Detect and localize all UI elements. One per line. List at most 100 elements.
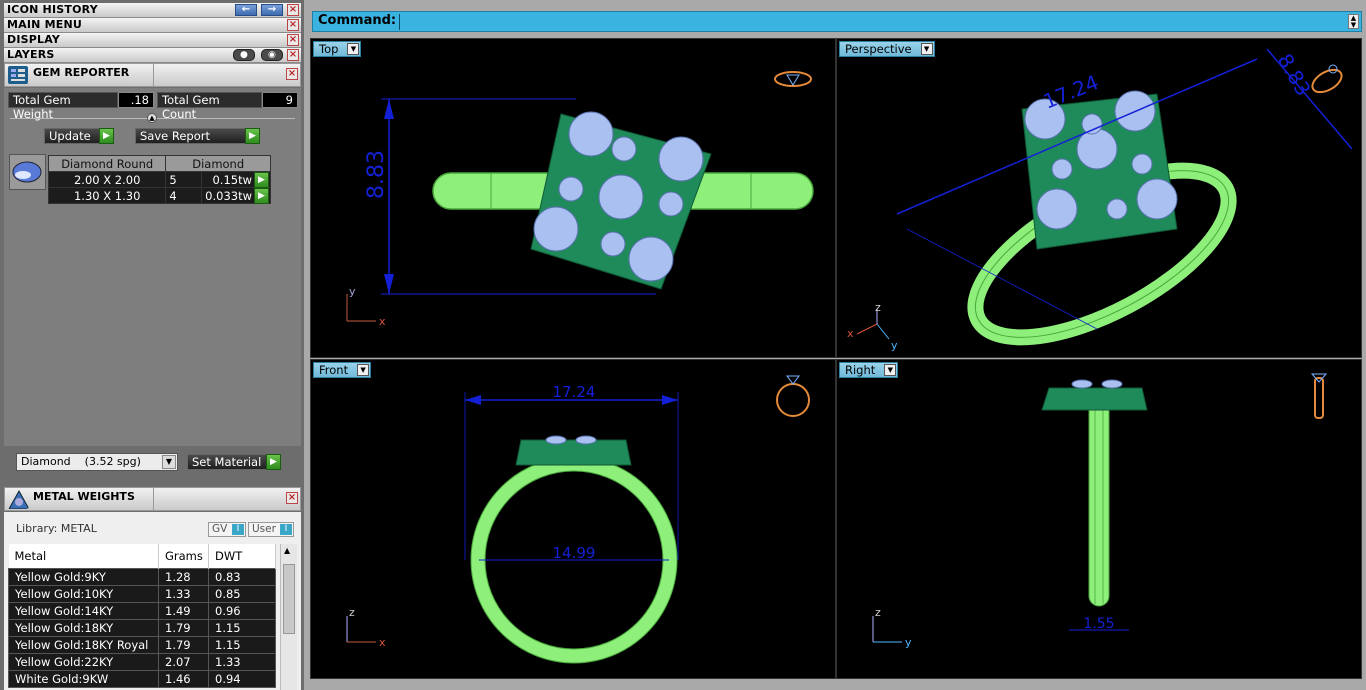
perspective-view-canvas: 17.24 8.83 z x y: [847, 48, 1353, 352]
axis-y-label: y: [905, 636, 912, 649]
gem-table: Diamond Round Diamond 2.00 X 2.00 5 0.15…: [47, 155, 271, 204]
gv-button[interactable]: GV I: [208, 522, 246, 537]
command-history-dropdown-icon[interactable]: ▲ ▼: [1348, 14, 1359, 29]
command-label: Command:: [318, 13, 397, 28]
perspective-dimension-2: 8.83: [1273, 50, 1316, 101]
table-row[interactable]: 1.30 X 1.30 4 0.033tw: [47, 187, 271, 204]
close-icon[interactable]: ×: [286, 492, 298, 504]
grams-cell: 1.46: [158, 669, 209, 688]
table-row[interactable]: Yellow Gold:14KY 1.49 0.96: [8, 601, 276, 620]
gem-thumbnail[interactable]: [9, 154, 46, 190]
viewport-right[interactable]: 1.55 z y Right ▼: [836, 359, 1362, 679]
main-menu-header[interactable]: MAIN MENU ×: [4, 18, 301, 33]
chevron-down-icon[interactable]: ▼: [347, 43, 360, 55]
gem-size-cell: 1.30 X 1.30: [47, 187, 167, 204]
row-select-button[interactable]: ▶: [254, 172, 269, 188]
command-bar[interactable]: Command: ▲ ▼: [312, 11, 1362, 32]
chevron-down-icon[interactable]: ▼: [884, 364, 897, 376]
metal-weights-header: METAL WEIGHTS ×: [4, 487, 301, 511]
table-row[interactable]: Yellow Gold:18KY 1.79 1.15: [8, 618, 276, 637]
display-header[interactable]: DISPLAY ×: [4, 33, 301, 48]
back-arrow-icon[interactable]: ←: [235, 4, 257, 16]
table-header-row: Metal Grams DWT: [8, 544, 276, 568]
set-material-button[interactable]: Set Material ▶: [187, 454, 281, 470]
chevron-down-icon: ▼: [162, 455, 176, 469]
update-label: Update: [49, 129, 91, 143]
eye-icon[interactable]: ◉: [261, 49, 283, 61]
metal-name-cell: Yellow Gold:10KY: [8, 584, 159, 603]
scroll-up-icon[interactable]: ▲: [284, 546, 290, 555]
gem-report-icon: [8, 66, 28, 84]
close-icon[interactable]: ×: [287, 34, 299, 46]
chevron-down-icon[interactable]: ▼: [357, 364, 370, 376]
close-icon[interactable]: ×: [287, 19, 299, 31]
grams-column-header[interactable]: Grams: [158, 544, 209, 568]
table-row[interactable]: Yellow Gold:18KY Royal 1.79 1.15: [8, 635, 276, 654]
ring-side-icon: [1310, 373, 1328, 419]
viewport-front-label: Front: [319, 363, 349, 377]
layers-title: LAYERS: [7, 48, 55, 61]
close-icon[interactable]: ×: [287, 4, 299, 16]
viewport-right-label: Right: [845, 363, 876, 377]
gem-size-cell: 2.00 X 2.00: [47, 171, 167, 188]
close-icon[interactable]: ×: [287, 49, 299, 61]
modeling-area: Command: ▲ ▼ 8.83 y x Top ▼ 17.24 8.83 z…: [304, 0, 1366, 690]
table-row[interactable]: White Gold:9KW 1.46 0.94: [8, 669, 276, 688]
metal-table-scrollbar[interactable]: ▲: [280, 544, 297, 690]
viewport-top[interactable]: 8.83 y x Top ▼: [310, 38, 836, 358]
gem-count-cell: 5: [165, 171, 203, 188]
row-select-button[interactable]: ▶: [254, 188, 269, 204]
viewport-front-tab[interactable]: Front ▼: [313, 362, 372, 378]
update-button[interactable]: Update ▶: [44, 128, 114, 144]
close-icon[interactable]: ×: [286, 68, 298, 80]
viewport-front[interactable]: 17.24 14.99 z x Front ▼: [310, 359, 836, 679]
library-label: Library: METAL: [16, 522, 97, 535]
metal-name-cell: Yellow Gold:18KY: [8, 618, 159, 637]
table-row[interactable]: Yellow Gold:10KY 1.33 0.85: [8, 584, 276, 603]
table-row[interactable]: Yellow Gold:9KY 1.28 0.83: [8, 567, 276, 586]
chevron-down-icon[interactable]: ▼: [920, 43, 933, 55]
axis-y-label: y: [349, 285, 356, 298]
collapse-toggle-icon[interactable]: ▲: [147, 113, 157, 123]
gem-weight-value: 0.15tw: [212, 172, 252, 187]
play-icon: ▶: [99, 128, 114, 144]
metal-name-cell: Yellow Gold:14KY: [8, 601, 159, 620]
rhino-matrix-window: ICON HISTORY ← → × MAIN MENU × DISPLAY ×…: [0, 0, 1366, 690]
layer-visibility-icon[interactable]: ●: [233, 49, 255, 61]
gem-count-cell: 4: [165, 187, 203, 204]
viewport-perspective[interactable]: 17.24 8.83 z x y Perspective ▼: [836, 38, 1362, 358]
dwt-column-header[interactable]: DWT: [208, 544, 276, 568]
total-gem-weight-label: Total Gem Weight: [8, 92, 118, 121]
scroll-thumb[interactable]: [283, 564, 295, 634]
dwt-cell: 0.96: [208, 601, 276, 620]
grams-cell: 1.28: [158, 567, 209, 586]
axis-y-label: y: [891, 339, 898, 352]
icon-history-title: ICON HISTORY: [7, 3, 98, 16]
table-row[interactable]: Yellow Gold:22KY 2.07 1.33: [8, 652, 276, 671]
metal-table: Metal Grams DWT Yellow Gold:9KY 1.28 0.8…: [8, 544, 276, 688]
metal-name-cell: Yellow Gold:18KY Royal: [8, 635, 159, 654]
icon-history-header[interactable]: ICON HISTORY ← → ×: [4, 3, 301, 18]
user-button[interactable]: User I: [248, 522, 294, 537]
table-row[interactable]: 2.00 X 2.00 5 0.15tw: [47, 171, 271, 188]
dwt-cell: 1.15: [208, 618, 276, 637]
metal-column-header[interactable]: Metal: [8, 544, 159, 568]
axis-x-label: x: [379, 315, 386, 328]
viewport-perspective-tab[interactable]: Perspective ▼: [839, 41, 935, 57]
viewport-top-tab[interactable]: Top ▼: [313, 41, 362, 57]
forward-arrow-icon[interactable]: →: [261, 4, 283, 16]
left-panel: ICON HISTORY ← → × MAIN MENU × DISPLAY ×…: [0, 0, 304, 690]
command-input-cursor: [399, 14, 400, 30]
axis-z-label: z: [875, 301, 881, 314]
metal-name-cell: Yellow Gold:22KY: [8, 652, 159, 671]
material-select[interactable]: Diamond (3.52 spg) ▼: [16, 453, 178, 471]
right-dimension: 1.55: [1083, 616, 1114, 632]
save-report-button[interactable]: Save Report ▶: [135, 128, 260, 144]
layers-header[interactable]: LAYERS ● ◉ ×: [4, 48, 301, 63]
metal-weights-panel: Library: METAL GV I User I Metal Grams D…: [4, 512, 301, 690]
metal-name-cell: White Gold:9KW: [8, 669, 159, 688]
viewport-perspective-label: Perspective: [845, 42, 912, 56]
save-report-label: Save Report: [140, 129, 211, 143]
viewport-right-tab[interactable]: Right ▼: [839, 362, 899, 378]
dwt-cell: 0.94: [208, 669, 276, 688]
